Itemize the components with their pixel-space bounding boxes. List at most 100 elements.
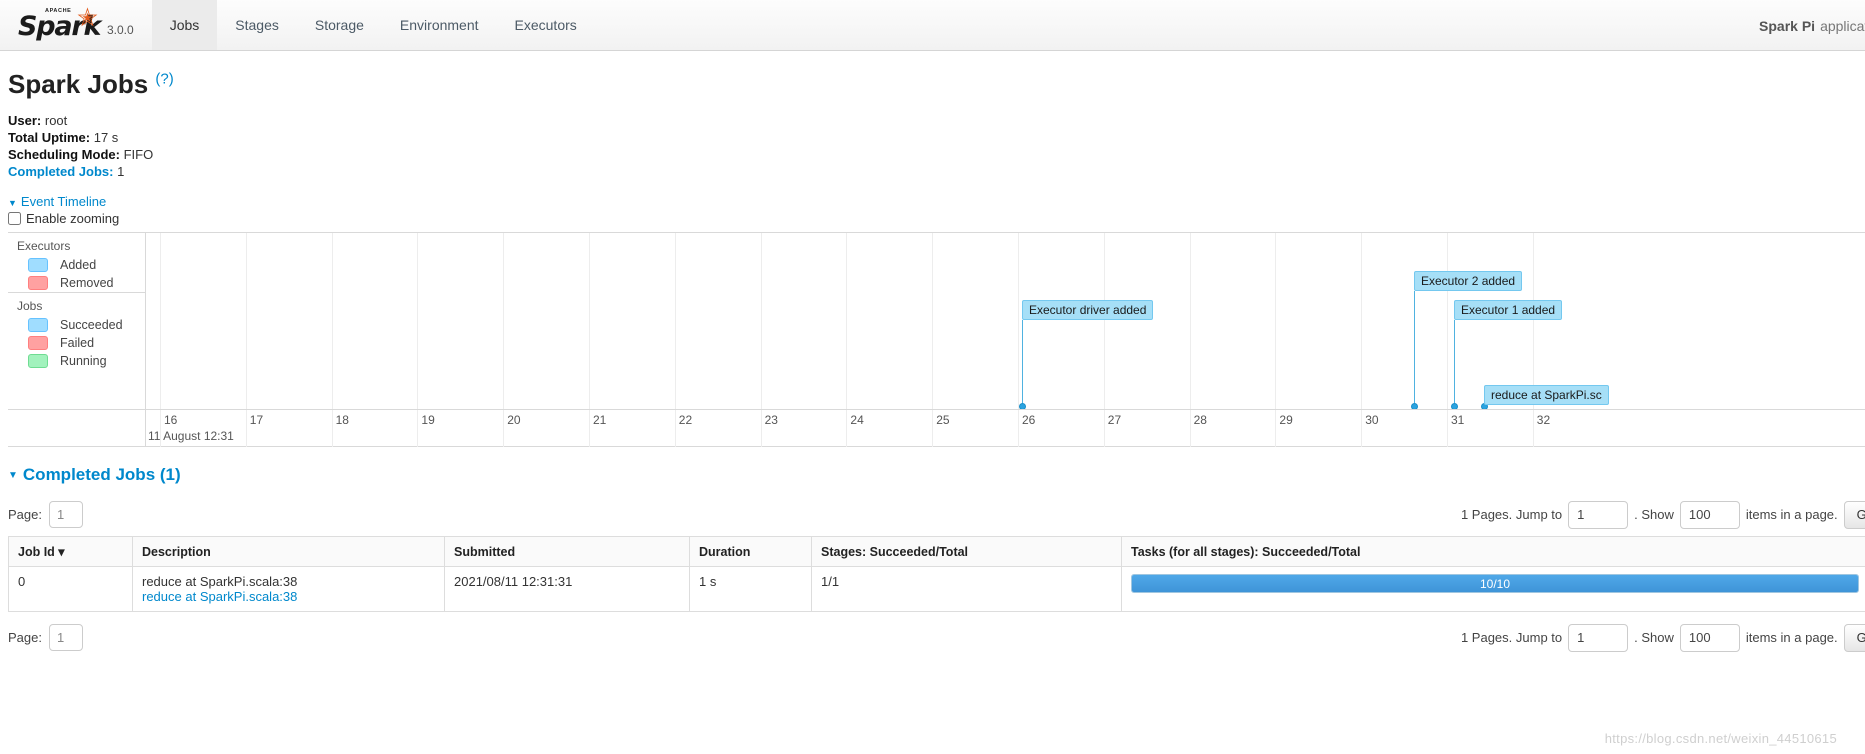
- tab-executors[interactable]: Executors: [497, 0, 595, 50]
- application-name: Spark Pi application: [1759, 0, 1865, 51]
- pager-bottom-left: Page:: [8, 624, 83, 651]
- column-job-id[interactable]: Job Id ▾: [8, 536, 133, 567]
- event-timeline-heading: Event Timeline: [20, 194, 107, 209]
- show-label-top: . Show: [1634, 507, 1674, 522]
- page-input-bottom[interactable]: [48, 624, 83, 651]
- table-row: 0 reduce at SparkPi.scala:38 reduce at S…: [8, 566, 1865, 612]
- column-tasks[interactable]: Tasks (for all stages): Succeeded/Total: [1121, 536, 1865, 567]
- timeline-axis-tick: [503, 410, 505, 447]
- legend-item-removed: Removed: [8, 274, 145, 292]
- page-body: Spark Jobs (?) User: root Total Uptime: …: [0, 69, 1865, 746]
- cell-submitted: 2021/08/11 12:31:31: [444, 566, 690, 612]
- timeline-axis-tick: [1361, 410, 1363, 447]
- legend-item-running: Running: [8, 352, 145, 370]
- timeline-event-marker[interactable]: [1451, 403, 1458, 409]
- page-input-top[interactable]: [48, 501, 83, 528]
- timeline-axis-tick: [160, 410, 161, 447]
- pager-top-left: Page:: [8, 501, 83, 528]
- watermark: https://blog.csdn.net/weixin_44510615: [1604, 731, 1837, 746]
- legend-item-succeeded: Succeeded: [8, 316, 145, 334]
- enable-zooming-checkbox[interactable]: [8, 212, 21, 225]
- timeline-tick-label: 18: [335, 413, 349, 427]
- timeline-tick-label: 27: [1107, 413, 1122, 427]
- brand-logo[interactable]: APACHE Spark ✭ 3.0.0: [0, 0, 142, 50]
- tab-stages[interactable]: Stages: [217, 0, 297, 50]
- completed-jobs-heading: Completed Jobs (1): [22, 465, 181, 484]
- column-duration[interactable]: Duration: [689, 536, 812, 567]
- legend-label-failed: Failed: [60, 336, 95, 350]
- legend-item-added: Added: [8, 256, 145, 274]
- column-stages[interactable]: Stages: Succeeded/Total: [811, 536, 1122, 567]
- timeline-gridline: [331, 233, 333, 409]
- items-per-page-input-bottom[interactable]: [1679, 623, 1740, 652]
- legend-swatch-removed: [28, 276, 48, 290]
- timeline-event-marker[interactable]: [1411, 403, 1418, 409]
- timeline-event-line: [1022, 320, 1023, 409]
- items-per-page-input-top[interactable]: [1679, 500, 1740, 529]
- star-icon: ✭: [77, 4, 98, 32]
- legend-swatch-succeeded: [28, 318, 48, 332]
- timeline-axis-tick: [846, 410, 848, 447]
- enable-zooming-label: Enable zooming: [26, 211, 120, 226]
- timeline-gridline: [417, 233, 419, 409]
- go-button-top[interactable]: Go: [1843, 500, 1865, 529]
- timeline-tick-label: 30: [1365, 413, 1379, 427]
- timeline-tick-label: 23: [764, 413, 778, 427]
- application-name-bold: Spark Pi: [1759, 17, 1816, 34]
- pages-text-top: 1 Pages. Jump to: [1460, 507, 1563, 522]
- application-name-suffix: application: [1820, 17, 1865, 34]
- jump-to-input-bottom[interactable]: [1568, 623, 1629, 652]
- timeline-gridline: [160, 233, 161, 409]
- timeline-event-label[interactable]: Executor 1 added: [1454, 300, 1563, 320]
- tab-jobs[interactable]: Jobs: [151, 0, 218, 50]
- go-button-bottom[interactable]: Go: [1843, 623, 1865, 652]
- cell-description: reduce at SparkPi.scala:38 reduce at Spa…: [132, 566, 445, 612]
- summary-scheduling-value: FIFO: [123, 147, 154, 162]
- timeline-axis-tick: [331, 410, 333, 447]
- column-description[interactable]: Description: [132, 536, 445, 567]
- items-text-top: items in a page.: [1745, 507, 1838, 522]
- enable-zooming-row: Enable zooming: [8, 211, 1865, 226]
- jump-to-input-top[interactable]: [1568, 500, 1629, 529]
- timeline-axis-tick: [417, 410, 419, 447]
- items-text-bottom: items in a page.: [1745, 630, 1838, 645]
- timeline-tick-label: 29: [1279, 413, 1293, 427]
- column-submitted[interactable]: Submitted: [444, 536, 690, 567]
- timeline-gridline: [1447, 233, 1448, 409]
- timeline-legend: Executors Added Removed Jobs Succeeded F…: [8, 233, 146, 409]
- spark-logo-icon: APACHE Spark ✭: [18, 4, 101, 43]
- event-timeline-toggle[interactable]: ▼ Event Timeline: [8, 194, 1865, 209]
- timeline-canvas[interactable]: Executor driver added Executor 2 added Exe…: [146, 233, 1865, 409]
- timeline-axis-tick: [932, 410, 934, 447]
- timeline-tick-label: 22: [678, 413, 693, 427]
- description-link[interactable]: reduce at SparkPi.scala:38: [142, 589, 297, 604]
- timeline-event-line: [1414, 291, 1415, 409]
- summary-completed-label[interactable]: Completed Jobs:: [8, 164, 113, 179]
- summary-completed-jobs[interactable]: Completed Jobs: 1: [8, 163, 1865, 180]
- summary-uptime: Total Uptime: 17 s: [8, 129, 1865, 146]
- timeline-event-label[interactable]: Executor 2 added: [1414, 271, 1523, 291]
- tab-environment[interactable]: Environment: [382, 0, 497, 50]
- timeline-axis-tick: [1275, 410, 1277, 447]
- timeline-event-label[interactable]: reduce at SparkPi.sc: [1484, 385, 1609, 405]
- timeline-axis-tick: [1189, 410, 1191, 447]
- timeline-axis-tick: [1018, 410, 1019, 447]
- timeline-tick-label: 24: [850, 413, 864, 427]
- timeline-gridline: [760, 233, 762, 409]
- timeline-axis-tick: [674, 410, 676, 447]
- timeline-axis-tick: [760, 410, 762, 447]
- timeline-gridline: [932, 233, 934, 409]
- timeline-event-marker[interactable]: [1019, 403, 1026, 409]
- timeline-axis-tick: [1103, 410, 1105, 447]
- event-timeline-chart[interactable]: Executors Added Removed Jobs Succeeded F…: [8, 232, 1865, 447]
- legend-label-succeeded: Succeeded: [60, 318, 123, 332]
- legend-swatch-failed: [28, 336, 48, 350]
- timeline-axis-tick: [589, 410, 590, 447]
- completed-jobs-toggle[interactable]: ▼ Completed Jobs (1): [8, 465, 1865, 485]
- timeline-tick-label: 26: [1022, 413, 1036, 427]
- tab-storage[interactable]: Storage: [297, 0, 382, 50]
- spark-version: 3.0.0: [107, 22, 134, 37]
- help-icon[interactable]: (?): [155, 70, 173, 87]
- timeline-gridline: [846, 233, 848, 409]
- timeline-event-label[interactable]: Executor driver added: [1022, 300, 1154, 320]
